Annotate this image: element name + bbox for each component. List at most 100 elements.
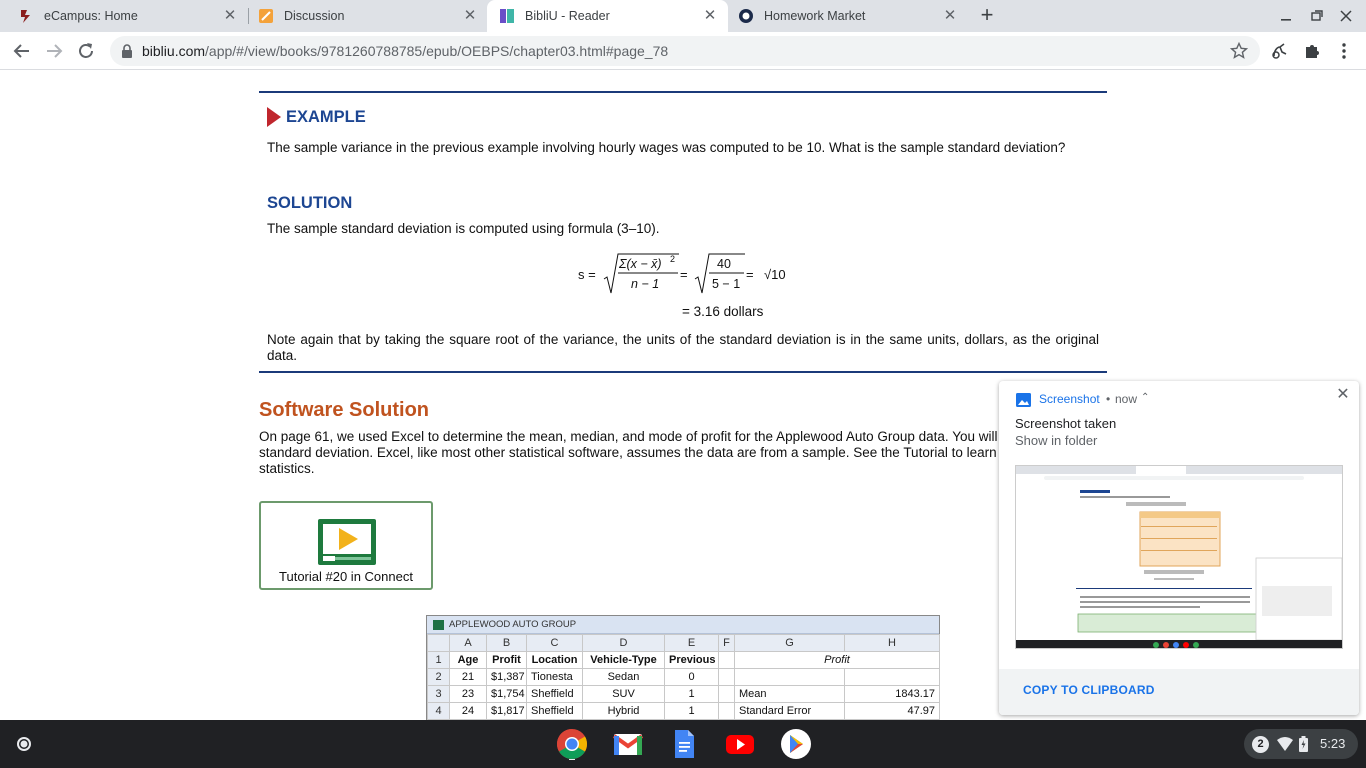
window-close-icon[interactable] [1336,6,1356,26]
forward-arrow-icon[interactable] [42,39,66,63]
column-header: F [718,634,735,652]
table-row: 1 Age Profit Location Vehicle-Type Previ… [427,651,940,669]
cell: Sedan [582,668,665,686]
browser-toolbar: bibliu.com/app/#/view/books/978126078878… [0,32,1366,70]
screenshot-thumbnail[interactable] [1015,465,1343,649]
cell: Mean [734,685,845,703]
formula-result: = 3.16 dollars [682,304,764,319]
cell: Standard Error [734,702,845,720]
back-arrow-icon[interactable] [10,39,34,63]
chrome-app-icon[interactable] [556,728,588,760]
column-header: A [449,634,487,652]
tutorial-link-button[interactable]: Tutorial #20 in Connect [259,501,433,590]
image-icon [1016,393,1031,407]
column-header: D [582,634,665,652]
new-tab-button[interactable]: + [975,4,999,28]
chevron-up-icon[interactable]: ⌃ [1141,392,1149,403]
tab-discussion[interactable]: Discussion ✕ [240,0,488,32]
cell: Sheffield [526,685,583,703]
formula-lhs: s = [578,267,596,282]
wifi-icon [1277,737,1293,751]
menu-kebab-icon[interactable] [1334,41,1354,61]
minimize-icon[interactable] [1276,6,1296,26]
restore-icon[interactable] [1307,6,1327,26]
cell: 23 [449,685,487,703]
gmail-app-icon[interactable] [612,728,644,760]
lock-icon [122,44,132,58]
tab-homework-market[interactable]: Homework Market ✕ [720,0,968,32]
bookmark-star-icon[interactable] [1230,42,1248,60]
cell: 1 [664,702,719,720]
homework-market-favicon-icon [739,9,753,23]
solution-text: The sample standard deviation is compute… [267,221,660,236]
video-play-icon [318,519,376,565]
formula-denominator: n − 1 [631,277,659,291]
youtube-app-icon[interactable] [724,728,756,760]
status-tray[interactable]: 2 5:23 [1244,729,1358,759]
software-solution-heading: Software Solution [259,399,429,421]
example-triangle-icon [267,107,281,127]
formula-num2: 40 [717,257,731,271]
thumbnail-preview-icon [1016,466,1342,648]
cell: Sheffield [526,702,583,720]
cell: Tionesta [526,668,583,686]
discussion-favicon-icon [259,9,273,23]
tab-label: BibliU - Reader [525,9,610,23]
cell [844,668,940,686]
corner-cell [427,634,450,652]
ecampus-favicon-icon [21,10,30,23]
notification-title: Screenshot taken [1015,416,1117,431]
standard-deviation-formula: s = Σ(x − x̄) 2 n − 1 = 40 5 − 1 = √10 [578,253,786,294]
cell: 1 [664,685,719,703]
tab-close-icon[interactable]: ✕ [942,8,958,24]
accessibility-extension-icon[interactable] [1270,41,1290,61]
cell: Previous [664,651,719,669]
tab-close-icon[interactable]: ✕ [702,8,718,24]
tab-ecampus[interactable]: eCampus: Home ✕ [0,0,248,32]
spreadsheet-title-bar: APPLEWOOD AUTO GROUP [427,616,939,634]
notification-time: now [1115,392,1138,406]
tab-bibliu-reader[interactable]: BibliU - Reader ✕ [487,0,728,32]
formula-eq2: = [746,267,754,282]
formula-den2: 5 − 1 [712,277,740,291]
cell: Age [449,651,487,669]
formula-sqrt10: √10 [764,267,786,282]
column-header: C [526,634,583,652]
extensions-puzzle-icon[interactable] [1302,41,1322,61]
cell: Location [526,651,583,669]
table-row: 4 24 $1,817 Sheffield Hybrid 1 Standard … [427,702,940,720]
cell: $1,387 [486,668,527,686]
show-in-folder-link[interactable]: Show in folder [1015,433,1097,448]
cell: $1,817 [486,702,527,720]
play-store-app-icon[interactable] [780,728,812,760]
launcher-icon[interactable] [8,728,40,760]
example-top-rule [259,91,1107,93]
cell: Vehicle-Type [582,651,665,669]
address-bar[interactable]: bibliu.com/app/#/view/books/978126078878… [110,36,1260,66]
google-docs-app-icon[interactable] [668,728,700,760]
cell [718,702,735,720]
cell [734,668,845,686]
cell: 47.97 [844,702,940,720]
screenshot-notification: Screenshot • now ⌃ ✕ Screenshot taken Sh… [999,381,1359,715]
bibliu-favicon-icon [500,9,514,23]
notification-close-icon[interactable]: ✕ [1335,387,1351,403]
url-host: bibliu.com [142,43,206,59]
copy-to-clipboard-button[interactable]: COPY TO CLIPBOARD [1023,683,1155,697]
tab-close-icon[interactable]: ✕ [222,8,238,24]
chromeos-shelf: 2 5:23 [0,720,1366,768]
clock: 5:23 [1320,736,1346,751]
battery-icon [1299,736,1308,752]
example-heading-text: EXAMPLE [286,107,366,126]
reload-icon[interactable] [74,39,98,63]
spreadsheet-grid: A B C D E F G H 1 Age Profit Location Ve… [427,634,940,720]
row-number: 1 [427,651,450,669]
row-number: 3 [427,685,450,703]
note-text: Note again that by taking the square roo… [267,332,1099,363]
tab-close-icon[interactable]: ✕ [462,8,478,24]
spreadsheet-title: APPLEWOOD AUTO GROUP [449,619,577,630]
cell: Profit [486,651,527,669]
tutorial-label: Tutorial #20 in Connect [279,569,413,584]
cell [718,685,735,703]
tab-strip: eCampus: Home ✕ Discussion ✕ BibliU - Re… [0,0,1366,32]
